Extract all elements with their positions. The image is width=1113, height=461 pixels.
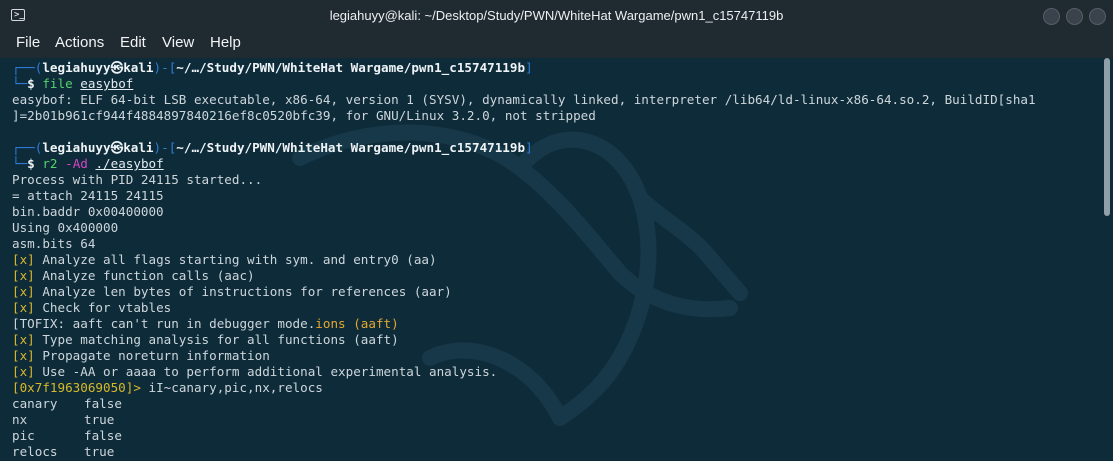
prompt-host: kali [123, 60, 154, 75]
check-mark: [x] [12, 268, 35, 283]
check-mark: [x] [12, 300, 35, 315]
prompt-path: ~/…/Study/PWN/WhiteHat Wargame/pwn1_c157… [176, 60, 526, 75]
command-arg: ./easybof [95, 156, 164, 171]
analysis-line: [x] Use -AA or aaaa to perform additiona… [12, 364, 498, 379]
maximize-button[interactable] [1066, 8, 1083, 25]
info-row: pic false [12, 428, 122, 443]
tofix-line: [TOFIX: aaft can't run in debugger mode.… [12, 316, 399, 331]
analysis-line: [x] Type matching analysis for all funct… [12, 332, 399, 347]
terminal-area[interactable]: ┌──(legiahuyy㉿kali)-[~/…/Study/PWN/White… [0, 58, 1113, 461]
prompt-sep: )-[ [153, 60, 177, 75]
menu-file[interactable]: File [16, 34, 40, 51]
command-name: file [42, 76, 73, 91]
output-line: bin.baddr 0x00400000 [12, 204, 164, 219]
r2-prompt-line: [0x7f1963069050]> iI~canary,pic,nx,reloc… [12, 380, 323, 396]
analysis-line: [x] Analyze function calls (aac) [12, 268, 255, 283]
analysis-line: [x] Propagate noreturn information [12, 348, 270, 363]
prompt-sep: )-[ [153, 140, 177, 155]
menu-edit[interactable]: Edit [120, 34, 146, 51]
prompt-at: ㉿ [110, 140, 124, 155]
prompt-bottom: └─ [12, 156, 28, 171]
menu-view[interactable]: View [162, 34, 194, 51]
command-arg: easybof [80, 76, 134, 91]
command-name: r2 [42, 156, 58, 171]
output-line: Process with PID 24115 started... [12, 172, 263, 187]
prompt-bottom: └─ [12, 76, 28, 91]
command-line-2: └─$ r2 -Ad ./easybof [12, 156, 164, 172]
r2-address: [0x7f1963069050]> [12, 380, 141, 395]
prompt-prefix: ┌──( [12, 140, 43, 155]
prompt-path: ~/…/Study/PWN/WhiteHat Wargame/pwn1_c157… [176, 140, 526, 155]
menu-help[interactable]: Help [210, 34, 241, 51]
check-mark: [x] [12, 332, 35, 347]
output-line: asm.bits 64 [12, 236, 96, 251]
prompt-dollar: $ [27, 76, 43, 91]
prompt-end: ] [525, 140, 533, 155]
prompt-line-1: ┌──(legiahuyy㉿kali)-[~/…/Study/PWN/White… [12, 60, 533, 76]
check-mark: [x] [12, 252, 35, 267]
window-title: legiahuyy@kali: ~/Desktop/Study/PWN/Whit… [329, 8, 784, 23]
prompt-user: legiahuyy [42, 60, 111, 75]
menu-actions[interactable]: Actions [55, 34, 104, 51]
analysis-line: [x] Check for vtables [12, 300, 172, 315]
output-line: ]=2b01b961cf944f4884897840216ef8c0520bfc… [12, 108, 596, 123]
close-button[interactable] [1089, 8, 1106, 25]
minimize-button[interactable] [1043, 8, 1060, 25]
analysis-line: [x] Analyze len bytes of instructions fo… [12, 284, 452, 299]
info-row: relocs true [12, 444, 115, 459]
prompt-dollar: $ [27, 156, 43, 171]
info-row: canary false [12, 396, 122, 411]
prompt-at: ㉿ [110, 60, 124, 75]
menu-bar: File Actions Edit View Help [0, 32, 1113, 58]
check-mark: [x] [12, 364, 35, 379]
prompt-line-2: ┌──(legiahuyy㉿kali)-[~/…/Study/PWN/White… [12, 140, 533, 156]
output-line: Using 0x400000 [12, 220, 119, 235]
scrollbar[interactable] [1104, 58, 1110, 216]
analysis-line: [x] Analyze all flags starting with sym.… [12, 252, 437, 267]
prompt-end: ] [525, 60, 533, 75]
output-line: easybof: ELF 64-bit LSB executable, x86-… [12, 92, 1036, 107]
command-line-1: └─$ file easybof [12, 76, 133, 92]
command-flag: -Ad [65, 156, 88, 171]
info-row: nx true [12, 412, 115, 427]
prompt-host: kali [123, 140, 154, 155]
prompt-prefix: ┌──( [12, 60, 43, 75]
terminal-window: >_ legiahuyy@kali: ~/Desktop/Study/PWN/W… [0, 0, 1113, 461]
check-mark: [x] [12, 284, 35, 299]
check-mark: [x] [12, 348, 35, 363]
title-bar: >_ legiahuyy@kali: ~/Desktop/Study/PWN/W… [0, 0, 1113, 32]
prompt-user: legiahuyy [42, 140, 111, 155]
output-line: = attach 24115 24115 [12, 188, 164, 203]
r2-command: iI~canary,pic,nx,relocs [140, 380, 323, 395]
